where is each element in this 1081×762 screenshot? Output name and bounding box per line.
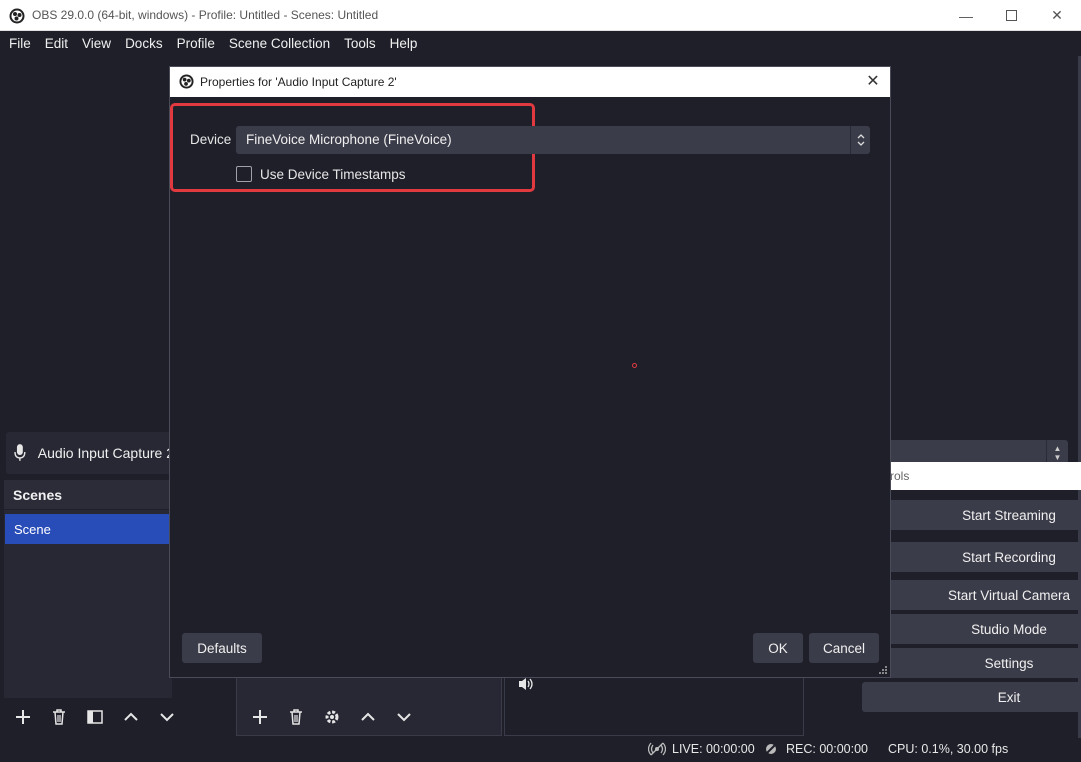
cpu-fps-readout: CPU: 0.1%, 30.00 fps <box>888 742 1009 756</box>
device-label: Device <box>190 132 232 147</box>
minimize-icon: — <box>959 7 973 24</box>
maximize-icon <box>1005 10 1017 21</box>
selected-source-bar[interactable]: Audio Input Capture 2 <box>6 432 174 474</box>
plus-icon <box>253 710 267 724</box>
obs-logo-icon <box>179 74 194 89</box>
rec-status: REC: 00:00:00 <box>762 742 868 756</box>
trash-icon <box>290 709 302 725</box>
scenes-toolbar <box>8 702 182 732</box>
rec-timer: REC: 00:00:00 <box>786 742 868 756</box>
menu-scene-collection[interactable]: Scene Collection <box>222 31 337 56</box>
filter-icon <box>87 710 103 724</box>
remove-source-button[interactable] <box>281 702 311 732</box>
move-source-up-button[interactable] <box>353 702 383 732</box>
remove-scene-button[interactable] <box>44 702 74 732</box>
chevron-down-icon <box>160 713 174 722</box>
sources-toolbar <box>245 702 419 732</box>
window-title-bar: OBS 29.0.0 (64-bit, windows) - Profile: … <box>0 0 1081 31</box>
cancel-button[interactable]: Cancel <box>809 633 879 663</box>
menu-docks[interactable]: Docks <box>118 31 170 56</box>
menu-tools[interactable]: Tools <box>337 31 383 56</box>
close-icon: ✕ <box>866 73 880 90</box>
close-button[interactable]: ✕ <box>1034 0 1080 31</box>
source-properties-button[interactable] <box>317 702 347 732</box>
cursor-dot <box>632 363 637 368</box>
selected-source-label: Audio Input Capture 2 <box>37 445 174 461</box>
scenes-panel-header: Scenes <box>4 480 172 509</box>
add-scene-button[interactable] <box>8 702 38 732</box>
controls-dock-header: rols <box>888 462 1081 490</box>
chevron-up-icon <box>361 712 375 721</box>
dialog-close-button[interactable]: ✕ <box>862 70 884 92</box>
device-select-value: FineVoice Microphone (FineVoice) <box>246 132 452 147</box>
window-title: OBS 29.0.0 (64-bit, windows) - Profile: … <box>32 8 379 22</box>
minimize-button[interactable]: — <box>943 0 989 31</box>
resize-grip-icon[interactable] <box>878 665 888 675</box>
add-source-button[interactable] <box>245 702 275 732</box>
settings-button[interactable]: Settings <box>862 648 1081 678</box>
menu-help[interactable]: Help <box>383 31 425 56</box>
menu-bar: File Edit View Docks Profile Scene Colle… <box>0 31 1081 56</box>
dialog-title: Properties for 'Audio Input Capture 2' <box>200 75 397 89</box>
studio-mode-button[interactable]: Studio Mode <box>862 614 1081 644</box>
start-recording-button[interactable]: Start Recording <box>862 542 1081 572</box>
device-select[interactable]: FineVoice Microphone (FineVoice) <box>236 126 870 154</box>
exit-button[interactable]: Exit <box>862 682 1081 712</box>
menu-edit[interactable]: Edit <box>38 31 75 56</box>
microphone-icon <box>14 444 26 461</box>
menu-view[interactable]: View <box>75 31 118 56</box>
scene-item[interactable]: Scene <box>5 514 169 544</box>
record-icon <box>764 742 778 756</box>
gear-icon <box>325 710 339 724</box>
live-status: LIVE: 00:00:00 <box>648 742 755 756</box>
use-device-timestamps-label: Use Device Timestamps <box>260 166 406 182</box>
audio-mixer-panel <box>504 676 804 736</box>
menu-profile[interactable]: Profile <box>170 31 222 56</box>
cpu-status: CPU: 0.1%, 30.00 fps <box>888 742 1008 756</box>
live-timer: LIVE: 00:00:00 <box>672 742 755 756</box>
scenes-list: Scene <box>4 510 172 698</box>
menu-file[interactable]: File <box>2 31 38 56</box>
defaults-button[interactable]: Defaults <box>182 633 262 663</box>
plus-icon <box>16 710 30 724</box>
move-scene-up-button[interactable] <box>116 702 146 732</box>
move-scene-down-button[interactable] <box>152 702 182 732</box>
chevron-up-icon <box>124 712 138 721</box>
scene-filters-button[interactable] <box>80 702 110 732</box>
speaker-icon[interactable] <box>517 677 535 691</box>
status-bar: LIVE: 00:00:00 REC: 00:00:00 CPU: 0.1%, … <box>0 738 1081 762</box>
select-spin-icon <box>850 126 870 154</box>
maximize-button[interactable] <box>988 0 1034 31</box>
use-device-timestamps-checkbox[interactable] <box>236 166 252 182</box>
ok-button[interactable]: OK <box>753 633 803 663</box>
broadcast-icon <box>648 742 666 756</box>
close-icon: ✕ <box>1051 7 1063 23</box>
chevron-down-icon <box>397 713 411 722</box>
transitions-panel <box>806 676 856 736</box>
timestamps-option[interactable]: Use Device Timestamps <box>236 166 406 182</box>
properties-dialog: Properties for 'Audio Input Capture 2' ✕… <box>169 66 891 678</box>
move-source-down-button[interactable] <box>389 702 419 732</box>
dialog-title-bar: Properties for 'Audio Input Capture 2' ✕ <box>170 67 890 97</box>
start-virtual-camera-button[interactable]: Start Virtual Camera <box>862 580 1081 610</box>
start-streaming-button[interactable]: Start Streaming <box>862 500 1081 530</box>
trash-icon <box>53 709 65 725</box>
obs-logo-icon <box>9 8 25 24</box>
